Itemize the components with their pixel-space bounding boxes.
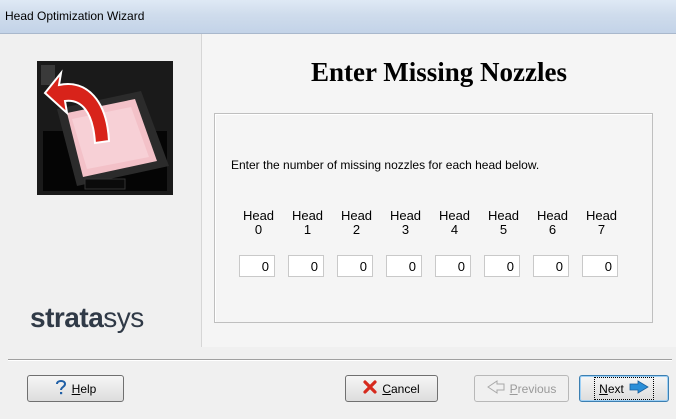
- head-label-6: Head 6: [536, 208, 569, 237]
- head-label-0: Head 0: [242, 208, 275, 237]
- page-title: Enter Missing Nozzles: [311, 57, 567, 87]
- left-panel: stratasys: [0, 34, 200, 345]
- help-button[interactable]: Help: [27, 375, 124, 402]
- nozzle-group: Enter the number of missing nozzles for …: [214, 113, 653, 323]
- help-label: Help: [71, 381, 97, 396]
- wizard-content: Enter Missing Nozzles Enter the number o…: [201, 34, 676, 347]
- nozzle-input-head-0[interactable]: [239, 255, 275, 277]
- title-bar: Head Optimization Wizard: [0, 0, 676, 34]
- cancel-label: Cancel: [382, 381, 420, 396]
- nozzle-input-head-5[interactable]: [484, 255, 520, 277]
- arrow-right-icon: [629, 380, 649, 397]
- footer-separator: [8, 359, 672, 361]
- instruction-text: Enter the number of missing nozzles for …: [231, 158, 540, 172]
- head-label-4: Head 4: [438, 208, 471, 237]
- cancel-button[interactable]: Cancel: [345, 375, 438, 402]
- next-button[interactable]: Next: [579, 375, 669, 402]
- head-label-5: Head 5: [487, 208, 520, 237]
- head-label-3: Head 3: [389, 208, 422, 237]
- head-label-1: Head 1: [291, 208, 324, 237]
- next-focus-ring: Next: [594, 377, 654, 400]
- nozzle-input-head-6[interactable]: [533, 255, 569, 277]
- wizard-window: Head Optimization Wizard stratasys Enter…: [0, 0, 676, 419]
- previous-label: Previous: [509, 381, 557, 396]
- previous-button[interactable]: Previous: [474, 375, 569, 402]
- red-x-icon: [363, 380, 377, 397]
- head-label-7: Head 7: [585, 208, 618, 237]
- stratasys-logo: stratasys: [30, 302, 144, 333]
- head-label-2: Head 2: [340, 208, 373, 237]
- question-icon: [55, 379, 67, 398]
- nozzle-input-head-1[interactable]: [288, 255, 324, 277]
- window-title: Head Optimization Wizard: [5, 9, 145, 23]
- arrow-left-icon: [486, 380, 505, 397]
- nozzle-input-head-7[interactable]: [582, 255, 618, 277]
- next-label: Next: [599, 381, 624, 396]
- nozzle-input-head-3[interactable]: [386, 255, 422, 277]
- nozzle-input-head-2[interactable]: [337, 255, 373, 277]
- printer-tray-image: [37, 61, 173, 195]
- nozzle-input-head-4[interactable]: [435, 255, 471, 277]
